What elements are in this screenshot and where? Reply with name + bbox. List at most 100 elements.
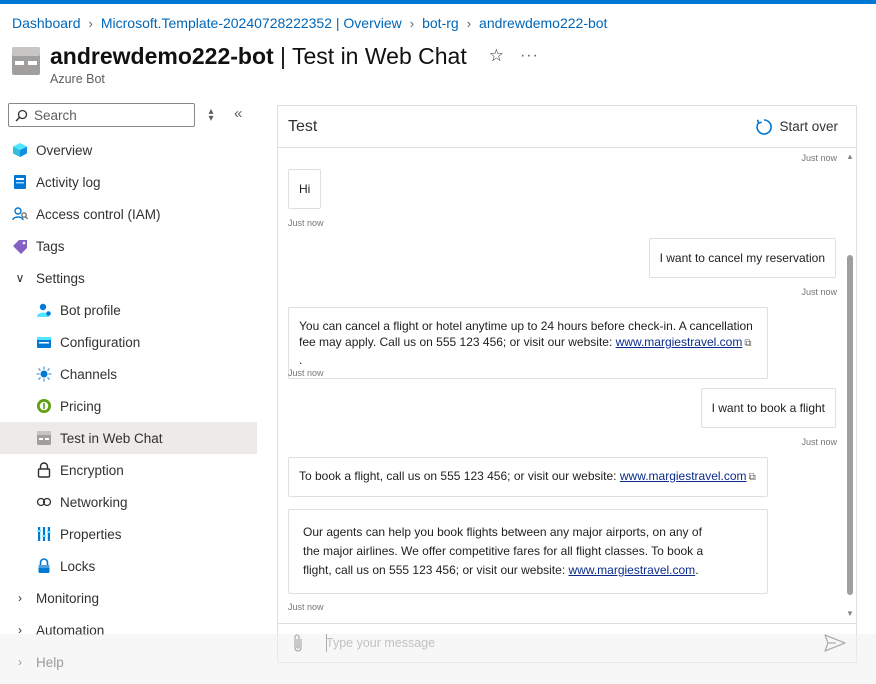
- message-text: You can cancel a flight or hotel anytime…: [299, 319, 753, 333]
- start-over-button[interactable]: Start over: [755, 118, 838, 136]
- sidebar-item-pricing[interactable]: Pricing: [0, 390, 257, 422]
- message-text: I want to book a flight: [711, 401, 825, 415]
- star-icon[interactable]: ☆: [489, 46, 504, 66]
- sidebar-item-label: Help: [36, 654, 64, 670]
- breadcrumb-resource-group[interactable]: bot-rg: [422, 15, 459, 31]
- external-link-icon: ⧉: [744, 338, 752, 349]
- message-timestamp: Just now: [288, 368, 324, 378]
- chevron-right-icon: ›: [88, 15, 93, 31]
- website-link[interactable]: www.margiestravel.com: [620, 469, 747, 483]
- sidebar-item-label: Encryption: [60, 462, 124, 478]
- chevron-right-icon: ›: [18, 591, 22, 605]
- message-text: Our agents can help you book flights bet…: [303, 525, 702, 539]
- sidebar-item-label: Tags: [36, 238, 65, 254]
- sidebar-group-automation[interactable]: › Automation: [0, 614, 257, 646]
- tag-icon: [12, 238, 28, 254]
- sidebar-item-label: Channels: [60, 366, 118, 382]
- chat-transcript[interactable]: Just now Hi Just now I want to cancel my…: [278, 149, 856, 623]
- message-timestamp: Just now: [801, 153, 837, 163]
- sidebar-item-label: Configuration: [60, 334, 141, 350]
- sidebar-item-label: Networking: [60, 494, 128, 510]
- bot-profile-icon: [36, 302, 52, 318]
- sidebar-item-test-web-chat[interactable]: Test in Web Chat: [0, 422, 257, 454]
- collapse-sidebar-icon[interactable]: «: [234, 105, 242, 122]
- send-icon[interactable]: [824, 634, 846, 657]
- sidebar-item-label: Overview: [36, 142, 93, 158]
- chat-message-user: I want to book a flight: [700, 388, 836, 428]
- sidebar-item-tags[interactable]: Tags: [0, 230, 257, 262]
- message-text: the major airlines. We offer competitive…: [303, 544, 704, 558]
- start-over-label: Start over: [779, 119, 838, 134]
- message-timestamp: Just now: [801, 287, 837, 297]
- activity-log-icon: [12, 174, 28, 190]
- page-title: andrewdemo222-bot | Test in Web Chat: [50, 43, 467, 70]
- sidebar-item-activity-log[interactable]: Activity log: [0, 166, 257, 198]
- sidebar-item-configuration[interactable]: Configuration: [0, 326, 257, 358]
- message-text: flight, call us on 555 123 456; or visit…: [303, 563, 569, 577]
- sidebar-group-monitoring[interactable]: › Monitoring: [0, 582, 257, 614]
- top-accent-bar: [0, 0, 876, 4]
- search-input[interactable]: [34, 107, 184, 123]
- search-box[interactable]: [8, 103, 195, 127]
- scroll-down-icon[interactable]: ▼: [846, 609, 854, 618]
- people-icon: [12, 206, 28, 222]
- sidebar-item-label: Settings: [36, 270, 85, 286]
- page-header: andrewdemo222-bot | Test in Web Chat ☆ ·…: [12, 42, 539, 86]
- chat-message-bot: You can cancel a flight or hotel anytime…: [288, 307, 768, 379]
- padlock-icon: [36, 558, 52, 574]
- sidebar-item-encryption[interactable]: Encryption: [0, 454, 257, 486]
- search-icon: [15, 109, 28, 121]
- sidebar-item-properties[interactable]: Properties: [0, 518, 257, 550]
- web-chat-icon: [36, 430, 52, 446]
- chevron-right-icon: ›: [18, 623, 22, 637]
- chat-message-bot: To book a flight, call us on 555 123 456…: [288, 457, 768, 497]
- scrollbar-thumb[interactable]: [847, 255, 853, 595]
- message-text: Hi: [299, 182, 311, 196]
- message-timestamp: Just now: [288, 218, 324, 228]
- external-link-icon: ⧉: [748, 472, 756, 483]
- website-link[interactable]: www.margiestravel.com: [616, 335, 743, 349]
- sidebar-item-label: Monitoring: [36, 590, 100, 606]
- breadcrumb-bot[interactable]: andrewdemo222-bot: [479, 15, 607, 31]
- message-timestamp: Just now: [801, 437, 837, 447]
- sidebar-item-label: Locks: [60, 558, 96, 574]
- paperclip-icon[interactable]: [288, 633, 308, 653]
- sidebar-group-settings[interactable]: ∨ Settings: [0, 262, 257, 294]
- sidebar-item-locks[interactable]: Locks: [0, 550, 257, 582]
- message-text: I want to cancel my reservation: [659, 251, 825, 265]
- sidebar-item-networking[interactable]: Networking: [0, 486, 257, 518]
- channels-icon: [36, 366, 52, 382]
- website-link[interactable]: www.margiestravel.com: [568, 563, 695, 577]
- scroll-up-icon[interactable]: ▲: [846, 152, 854, 161]
- sort-icon[interactable]: ▴ ▾: [205, 107, 217, 124]
- sidebar-item-bot-profile[interactable]: Bot profile: [0, 294, 257, 326]
- web-chat-title: Test: [288, 117, 318, 135]
- properties-icon: [36, 526, 52, 542]
- sidebar-item-overview[interactable]: Overview: [0, 134, 257, 166]
- message-input[interactable]: [326, 636, 796, 650]
- cube-icon: [12, 142, 28, 158]
- chat-message-user: I want to cancel my reservation: [648, 238, 836, 278]
- breadcrumb-template-overview[interactable]: Microsoft.Template-20240728222352 | Over…: [101, 15, 402, 31]
- breadcrumb-dashboard[interactable]: Dashboard: [12, 15, 81, 31]
- sidebar-item-label: Automation: [36, 622, 105, 638]
- azure-bot-icon: [12, 47, 40, 75]
- breadcrumb: Dashboard › Microsoft.Template-202407282…: [12, 13, 607, 33]
- sidebar-item-channels[interactable]: Channels: [0, 358, 257, 390]
- pricing-icon: [36, 398, 52, 414]
- chevron-right-icon: ›: [466, 15, 472, 31]
- resource-name: andrewdemo222-bot: [50, 42, 274, 69]
- sidebar-group-help[interactable]: › Help: [0, 646, 257, 678]
- sidebar-nav: Overview Activity log Access control (IA…: [0, 134, 257, 678]
- sidebar-item-label: Activity log: [36, 174, 101, 190]
- chat-scrollbar[interactable]: ▲ ▼: [845, 149, 855, 623]
- message-text: fee may apply. Call us on 555 123 456; o…: [299, 335, 616, 349]
- message-composer: [278, 623, 856, 662]
- lock-icon: [36, 462, 52, 478]
- sidebar-item-access-control[interactable]: Access control (IAM): [0, 198, 257, 230]
- sidebar-item-label: Pricing: [60, 398, 102, 414]
- ellipsis-icon[interactable]: ···: [520, 47, 539, 65]
- page-name: | Test in Web Chat: [280, 42, 467, 69]
- chevron-right-icon: ›: [409, 15, 415, 31]
- chat-message-bot: Our agents can help you book flights bet…: [288, 509, 768, 594]
